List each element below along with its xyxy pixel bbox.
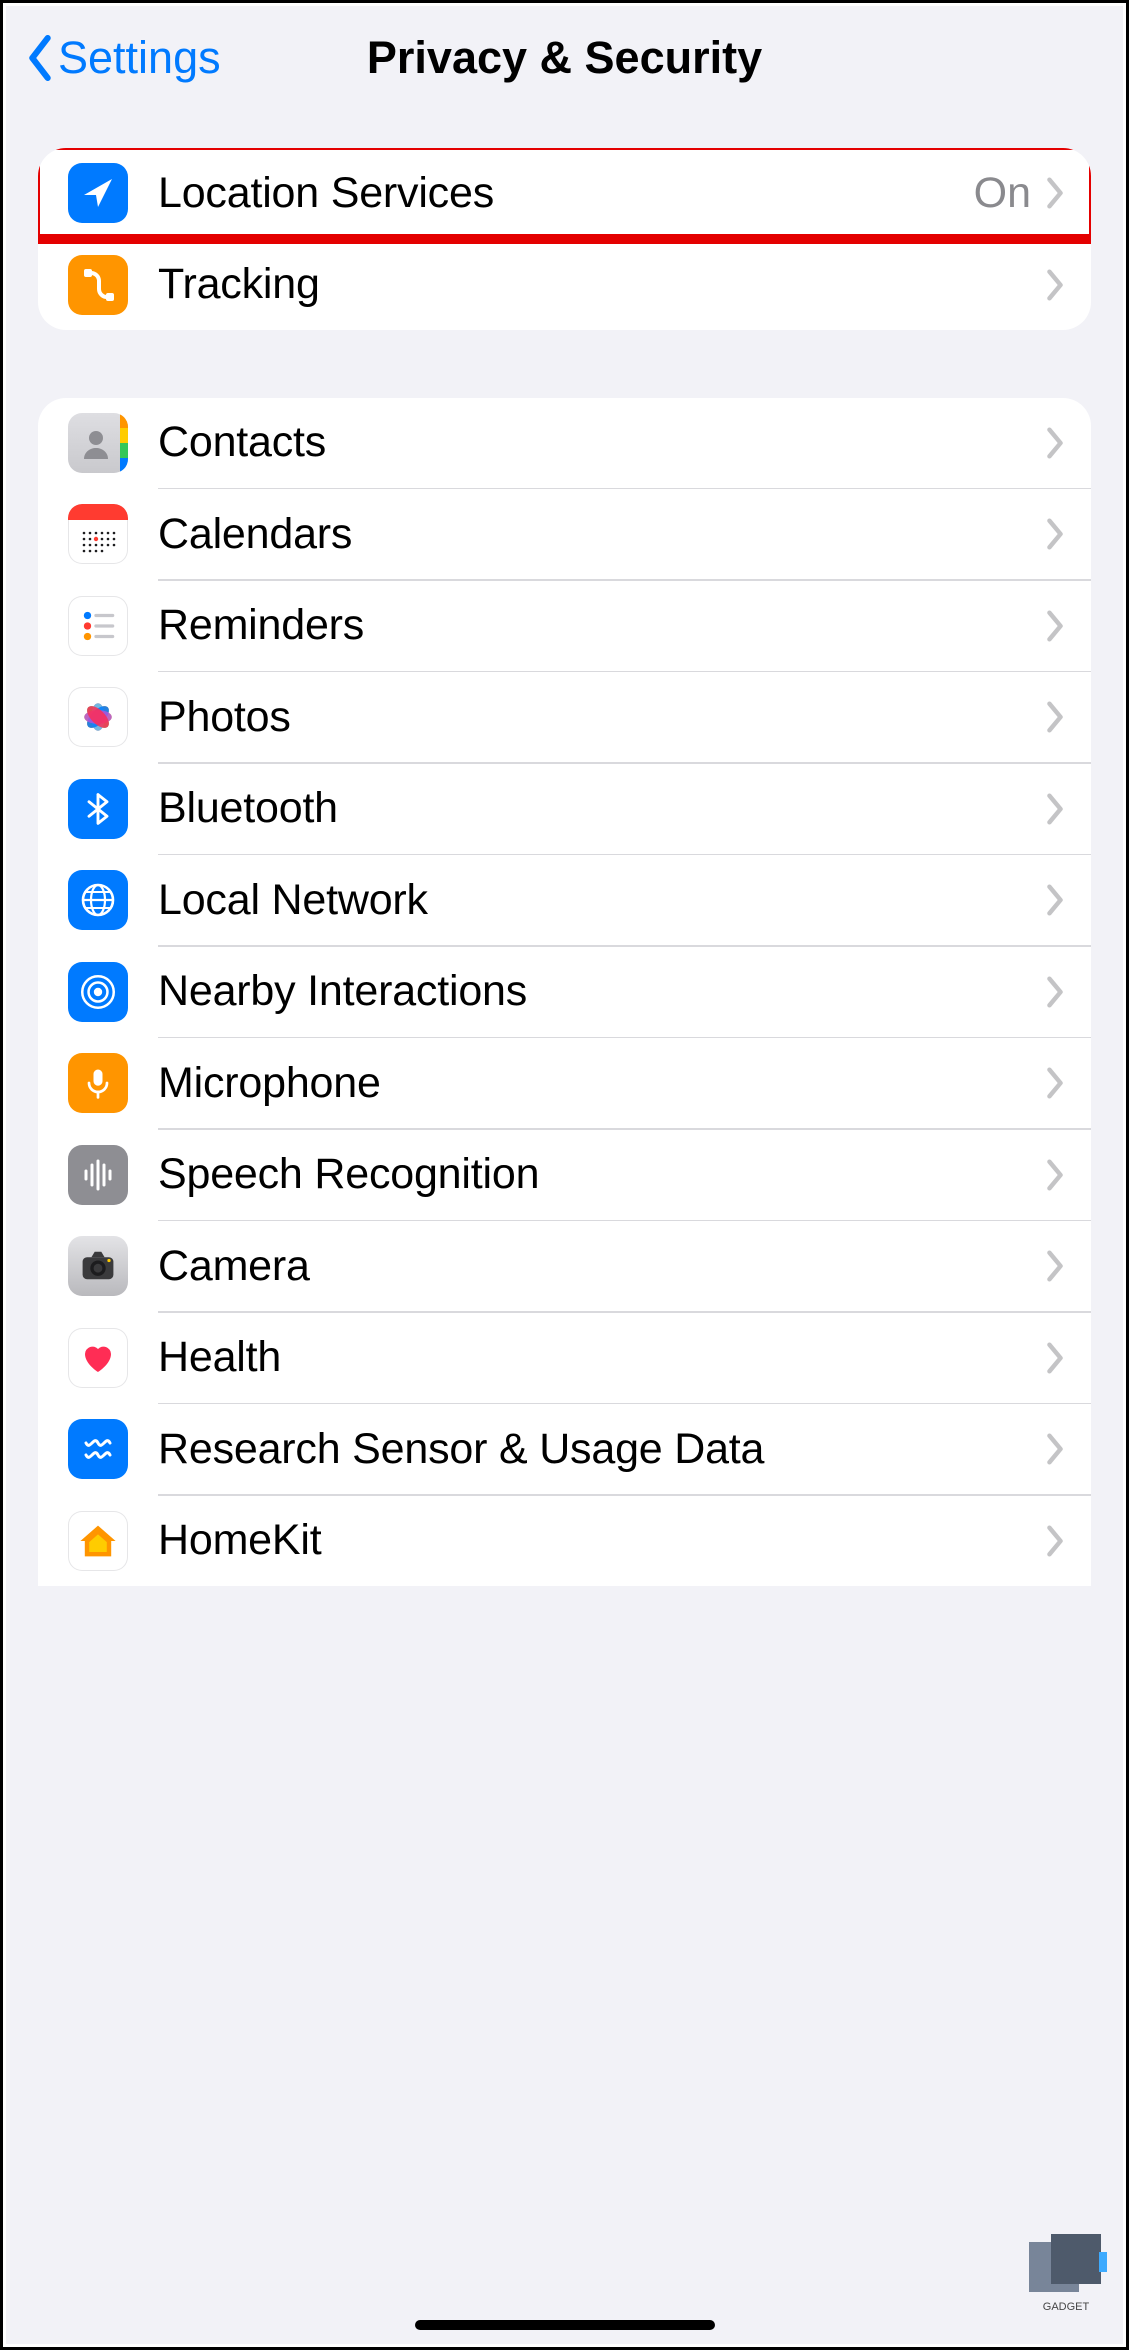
research-icon [68,1419,128,1479]
back-label: Settings [58,32,221,84]
globe-icon [68,870,128,930]
chevron-right-icon [1045,268,1065,302]
row-label: Calendars [158,510,1045,559]
settings-group-privacy-items: Contacts Calendars [38,398,1091,1586]
row-label: Research Sensor & Usage Data [158,1425,1045,1474]
chevron-right-icon [1045,1249,1065,1283]
chevron-right-icon [1045,609,1065,643]
row-label: HomeKit [158,1516,1045,1565]
row-tracking[interactable]: Tracking [38,240,1091,330]
row-contacts[interactable]: Contacts [38,398,1091,488]
row-camera[interactable]: Camera [38,1221,1091,1311]
chevron-right-icon [1045,700,1065,734]
row-label: Camera [158,1242,1045,1291]
row-location-services[interactable]: Location Services On [38,148,1091,238]
settings-group-location: Location Services On Tracking [38,148,1091,330]
row-label: Speech Recognition [158,1150,1045,1199]
chevron-right-icon [1045,1066,1065,1100]
row-microphone[interactable]: Microphone [38,1038,1091,1128]
chevron-right-icon [1045,1158,1065,1192]
location-arrow-icon [68,163,128,223]
row-label: Location Services [158,169,974,218]
row-local-network[interactable]: Local Network [38,855,1091,945]
tracking-path-icon [68,255,128,315]
reminders-icon [68,596,128,656]
row-label: Reminders [158,601,1045,650]
row-label: Microphone [158,1059,1045,1108]
bluetooth-icon [68,779,128,839]
calendar-icon [68,504,128,564]
home-indicator[interactable] [415,2320,715,2330]
row-label: Contacts [158,418,1045,467]
chevron-right-icon [1045,426,1065,460]
photos-flower-icon [68,687,128,747]
chevron-right-icon [1045,792,1065,826]
row-health[interactable]: Health [38,1313,1091,1403]
row-speech-recognition[interactable]: Speech Recognition [38,1130,1091,1220]
nearby-radar-icon [68,962,128,1022]
row-nearby-interactions[interactable]: Nearby Interactions [38,947,1091,1037]
row-label: Bluetooth [158,784,1045,833]
chevron-right-icon [1045,1341,1065,1375]
row-value: On [974,169,1031,218]
row-reminders[interactable]: Reminders [38,581,1091,671]
row-label: Tracking [158,260,1045,309]
row-calendars[interactable]: Calendars [38,489,1091,579]
contacts-icon [68,413,128,473]
chevron-right-icon [1045,975,1065,1009]
chevron-left-icon [26,35,54,81]
row-label: Nearby Interactions [158,967,1045,1016]
row-bluetooth[interactable]: Bluetooth [38,764,1091,854]
microphone-icon [68,1053,128,1113]
svg-text:GADGET: GADGET [1043,2301,1090,2313]
chevron-right-icon [1045,176,1065,210]
row-label: Health [158,1333,1045,1382]
camera-icon [68,1236,128,1296]
chevron-right-icon [1045,517,1065,551]
heart-icon [68,1328,128,1388]
row-label: Local Network [158,876,1045,925]
back-button[interactable]: Settings [26,32,221,84]
chevron-right-icon [1045,1524,1065,1558]
home-icon [68,1511,128,1571]
row-photos[interactable]: Photos [38,672,1091,762]
chevron-right-icon [1045,883,1065,917]
waveform-icon [68,1145,128,1205]
chevron-right-icon [1045,1432,1065,1466]
row-label: Photos [158,693,1045,742]
navigation-bar: Settings Privacy & Security [6,6,1123,118]
watermark-logo: GADGET [1021,2234,1111,2314]
row-homekit[interactable]: HomeKit [38,1496,1091,1586]
page-title: Privacy & Security [367,32,762,84]
row-research-sensor[interactable]: Research Sensor & Usage Data [38,1404,1091,1494]
